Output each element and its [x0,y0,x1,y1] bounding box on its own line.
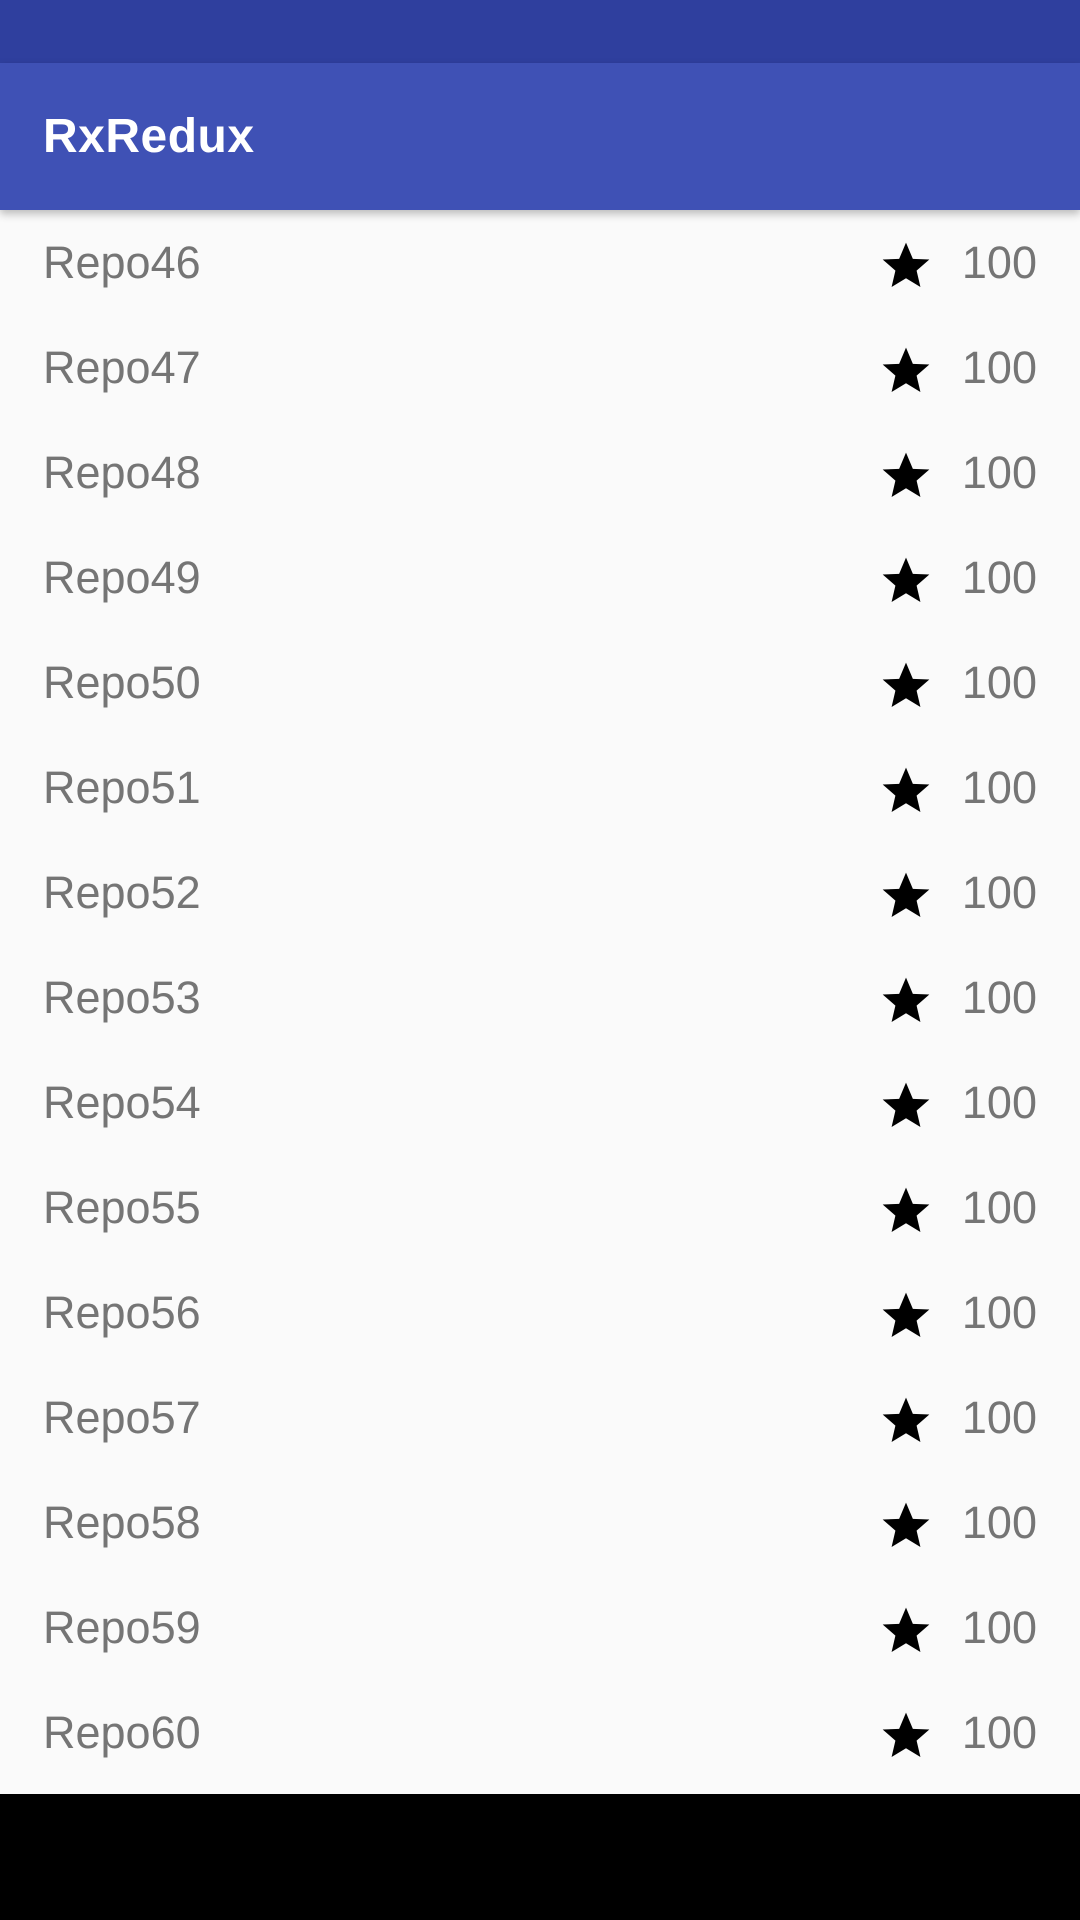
app-title: RxRedux [43,110,255,163]
repo-name: Repo49 [43,552,201,603]
list-item[interactable]: Repo46 100 [0,210,1080,315]
star-icon [878,1288,934,1344]
star-count: 100 [961,342,1037,393]
repo-name: Repo46 [43,237,201,288]
star-count: 100 [961,447,1037,498]
star-count: 100 [961,762,1037,813]
star-icon [878,1498,934,1554]
navigation-bar [0,1794,1080,1920]
repo-name: Repo50 [43,657,201,708]
repo-name: Repo57 [43,1392,201,1443]
repo-list[interactable]: Repo46 100 Repo47 100 Repo48 100 Repo49 … [0,210,1080,1794]
list-item[interactable]: Repo50 100 [0,630,1080,735]
repo-name: Repo54 [43,1077,201,1128]
repo-name: Repo55 [43,1182,201,1233]
list-item[interactable]: Repo55 100 [0,1155,1080,1260]
repo-name: Repo59 [43,1602,201,1653]
star-count: 100 [961,1602,1037,1653]
list-item[interactable]: Repo47 100 [0,315,1080,420]
star-icon [878,343,934,399]
screen: RxRedux Repo46 100 Repo47 100 Repo48 100… [0,0,1080,1920]
star-icon [878,553,934,609]
list-item[interactable]: Repo51 100 [0,735,1080,840]
repo-name: Repo53 [43,972,201,1023]
star-count: 100 [961,657,1037,708]
repo-name: Repo56 [43,1287,201,1338]
list-item[interactable]: Repo52 100 [0,840,1080,945]
status-bar [0,0,1080,63]
repo-name: Repo51 [43,762,201,813]
star-icon [878,1393,934,1449]
star-count: 100 [961,1392,1037,1443]
star-icon [878,1708,934,1764]
list-item[interactable]: Repo48 100 [0,420,1080,525]
app-bar: RxRedux [0,63,1080,210]
star-count: 100 [961,237,1037,288]
star-icon [878,763,934,819]
list-item[interactable]: Repo58 100 [0,1470,1080,1575]
star-icon [878,658,934,714]
star-count: 100 [961,552,1037,603]
star-count: 100 [961,972,1037,1023]
star-count: 100 [961,1497,1037,1548]
star-count: 100 [961,1182,1037,1233]
star-icon [878,1603,934,1659]
star-icon [878,1078,934,1134]
list-item[interactable]: Repo57 100 [0,1365,1080,1470]
repo-name: Repo52 [43,867,201,918]
repo-name: Repo60 [43,1707,201,1758]
list-item[interactable]: Repo49 100 [0,525,1080,630]
star-count: 100 [961,867,1037,918]
star-count: 100 [961,1077,1037,1128]
list-item[interactable]: Repo54 100 [0,1050,1080,1155]
star-count: 100 [961,1287,1037,1338]
list-item[interactable]: Repo59 100 [0,1575,1080,1680]
repo-name: Repo58 [43,1497,201,1548]
star-icon [878,1183,934,1239]
list-item[interactable]: Repo53 100 [0,945,1080,1050]
star-icon [878,973,934,1029]
star-icon [878,868,934,924]
repo-name: Repo48 [43,447,201,498]
star-icon [878,448,934,504]
star-icon [878,238,934,294]
list-item[interactable]: Repo60 100 [0,1680,1080,1785]
list-item[interactable]: Repo56 100 [0,1260,1080,1365]
repo-name: Repo47 [43,342,201,393]
star-count: 100 [961,1707,1037,1758]
